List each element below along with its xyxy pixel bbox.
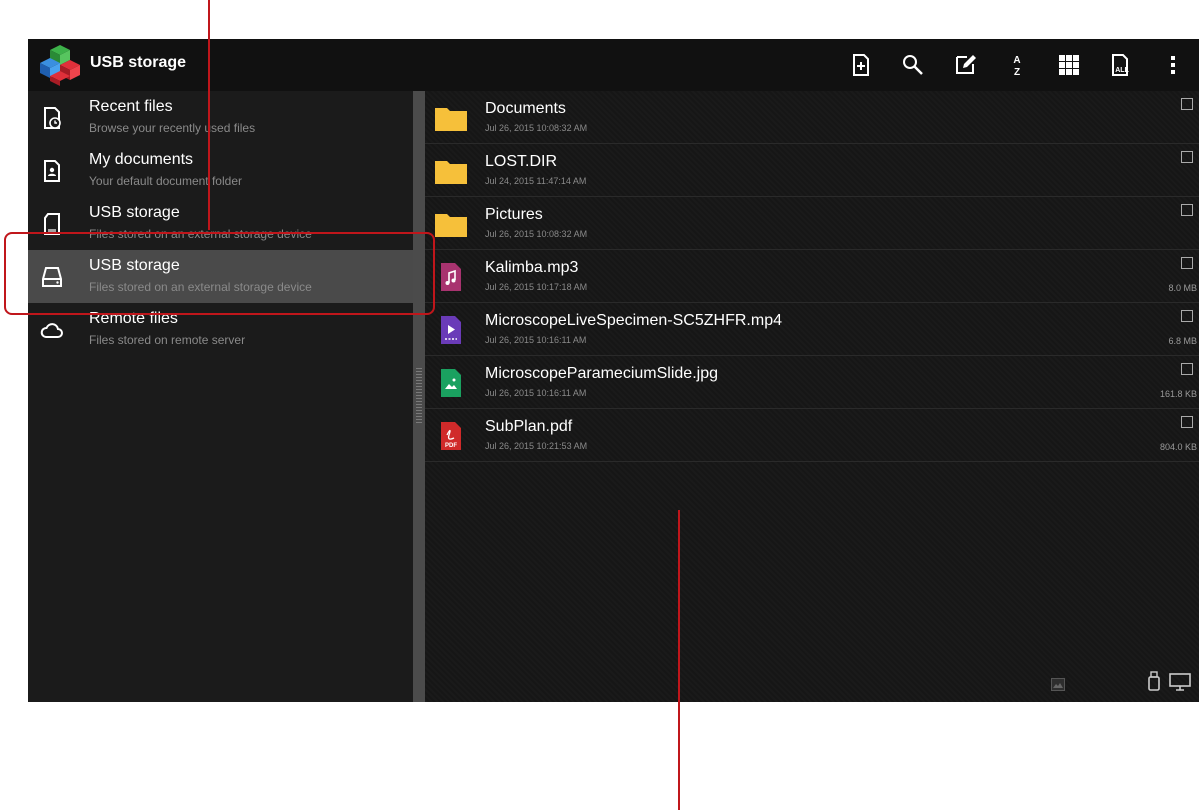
svg-text:ALL: ALL	[1115, 67, 1129, 74]
pdf-file-icon: PDF	[441, 422, 461, 450]
file-name: LOST.DIR	[485, 153, 558, 170]
file-name: Pictures	[485, 206, 543, 223]
folder-icon	[435, 108, 467, 131]
pane-divider[interactable]	[413, 91, 425, 702]
file-list-pane: Documents Jul 26, 2015 10:08:32 AM LOST.…	[425, 91, 1199, 702]
file-date: Jul 26, 2015 10:16:11 AM	[485, 335, 587, 345]
sidebar-item-subtitle: Your default document folder	[89, 174, 242, 188]
file-checkbox[interactable]	[1181, 257, 1193, 269]
file-date: Jul 26, 2015 10:08:32 AM	[485, 123, 588, 133]
search-button[interactable]	[887, 39, 939, 91]
file-checkbox[interactable]	[1181, 363, 1193, 375]
file-date: Jul 26, 2015 10:08:32 AM	[485, 229, 588, 239]
grid-view-icon	[1059, 55, 1079, 75]
sidebar: Recent files Browse your recently used f…	[28, 91, 413, 702]
folder-icon	[435, 214, 467, 237]
sidebar-item-title: My documents	[89, 151, 194, 168]
folder-icon	[435, 161, 467, 184]
annotation-highlight-box	[4, 232, 435, 315]
divider-grip-handle[interactable]	[416, 368, 422, 424]
top-app-bar: USB storage A Z ALL	[28, 39, 1199, 92]
file-name: Kalimba.mp3	[485, 259, 579, 276]
file-checkbox[interactable]	[1181, 204, 1193, 216]
file-name: SubPlan.pdf	[485, 418, 573, 435]
app-logo-icon	[40, 45, 80, 86]
new-file-button[interactable]	[835, 39, 887, 91]
sidebar-item-title: Recent files	[89, 98, 173, 115]
overflow-menu-icon	[1171, 56, 1175, 74]
file-checkbox[interactable]	[1181, 151, 1193, 163]
thumbnail-view-icon[interactable]	[1051, 678, 1065, 691]
file-row[interactable]: Pictures Jul 26, 2015 10:08:32 AM	[425, 197, 1199, 250]
computer-monitor-icon[interactable]	[1169, 673, 1191, 691]
select-all-button[interactable]: ALL	[1095, 39, 1147, 91]
file-size: 161.8 KB	[1159, 389, 1197, 399]
select-all-icon: ALL	[1112, 54, 1130, 76]
sidebar-item-my-documents[interactable]: My documents Your default document folde…	[28, 144, 413, 197]
sort-button[interactable]: A Z	[991, 39, 1043, 91]
overflow-menu-button[interactable]	[1147, 39, 1199, 91]
svg-text:PDF: PDF	[445, 443, 457, 449]
file-date: Jul 24, 2015 11:47:14 AM	[485, 176, 587, 186]
file-date: Jul 26, 2015 10:16:11 AM	[485, 388, 587, 398]
file-name: MicroscopeLiveSpecimen-SC5ZHFR.mp4	[485, 312, 782, 329]
sort-az-icon: A Z	[1013, 55, 1020, 77]
file-name: MicroscopeParameciumSlide.jpg	[485, 365, 718, 382]
file-row[interactable]: MicroscopeParameciumSlide.jpg Jul 26, 20…	[425, 356, 1199, 409]
search-icon	[903, 55, 923, 75]
file-row[interactable]: Documents Jul 26, 2015 10:08:32 AM	[425, 91, 1199, 144]
file-row[interactable]: PDF SubPlan.pdf Jul 26, 2015 10:21:53 AM…	[425, 409, 1199, 462]
file-checkbox[interactable]	[1181, 98, 1193, 110]
annotation-line-top	[208, 0, 210, 230]
edit-button[interactable]	[939, 39, 991, 91]
file-date: Jul 26, 2015 10:17:18 AM	[485, 282, 588, 292]
recent-files-icon	[44, 107, 61, 129]
file-date: Jul 26, 2015 10:21:53 AM	[485, 441, 588, 451]
file-checkbox[interactable]	[1181, 310, 1193, 322]
file-name: Documents	[485, 100, 566, 117]
app-screen: USB storage A Z ALL Recent files Browse …	[28, 39, 1199, 702]
sidebar-item-title: USB storage	[89, 204, 180, 221]
my-documents-icon	[44, 160, 60, 182]
svg-text:Z: Z	[1014, 67, 1020, 77]
video-file-icon	[441, 316, 461, 344]
file-size: 6.8 MB	[1168, 336, 1197, 346]
sidebar-item-subtitle: Files stored on remote server	[89, 333, 246, 347]
file-size: 804.0 KB	[1159, 442, 1197, 452]
svg-text:A: A	[1013, 55, 1020, 66]
cloud-icon	[40, 323, 63, 338]
app-title: USB storage	[90, 54, 187, 71]
sidebar-item-recent-files[interactable]: Recent files Browse your recently used f…	[28, 91, 413, 144]
annotation-line-bottom	[678, 510, 680, 810]
image-file-icon	[441, 369, 461, 397]
file-row[interactable]: Kalimba.mp3 Jul 26, 2015 10:17:18 AM 8.0…	[425, 250, 1199, 303]
toolbar: A Z ALL	[835, 39, 1199, 91]
grid-view-button[interactable]	[1043, 39, 1095, 91]
file-row[interactable]: MicroscopeLiveSpecimen-SC5ZHFR.mp4 Jul 2…	[425, 303, 1199, 356]
new-file-icon	[853, 54, 869, 76]
file-checkbox[interactable]	[1181, 416, 1193, 428]
sidebar-item-subtitle: Browse your recently used files	[89, 121, 256, 135]
audio-file-icon	[441, 263, 461, 291]
usb-stick-icon[interactable]	[1147, 671, 1161, 691]
edit-icon	[956, 55, 976, 74]
file-row[interactable]: LOST.DIR Jul 24, 2015 11:47:14 AM	[425, 144, 1199, 197]
file-size: 8.0 MB	[1168, 283, 1197, 293]
